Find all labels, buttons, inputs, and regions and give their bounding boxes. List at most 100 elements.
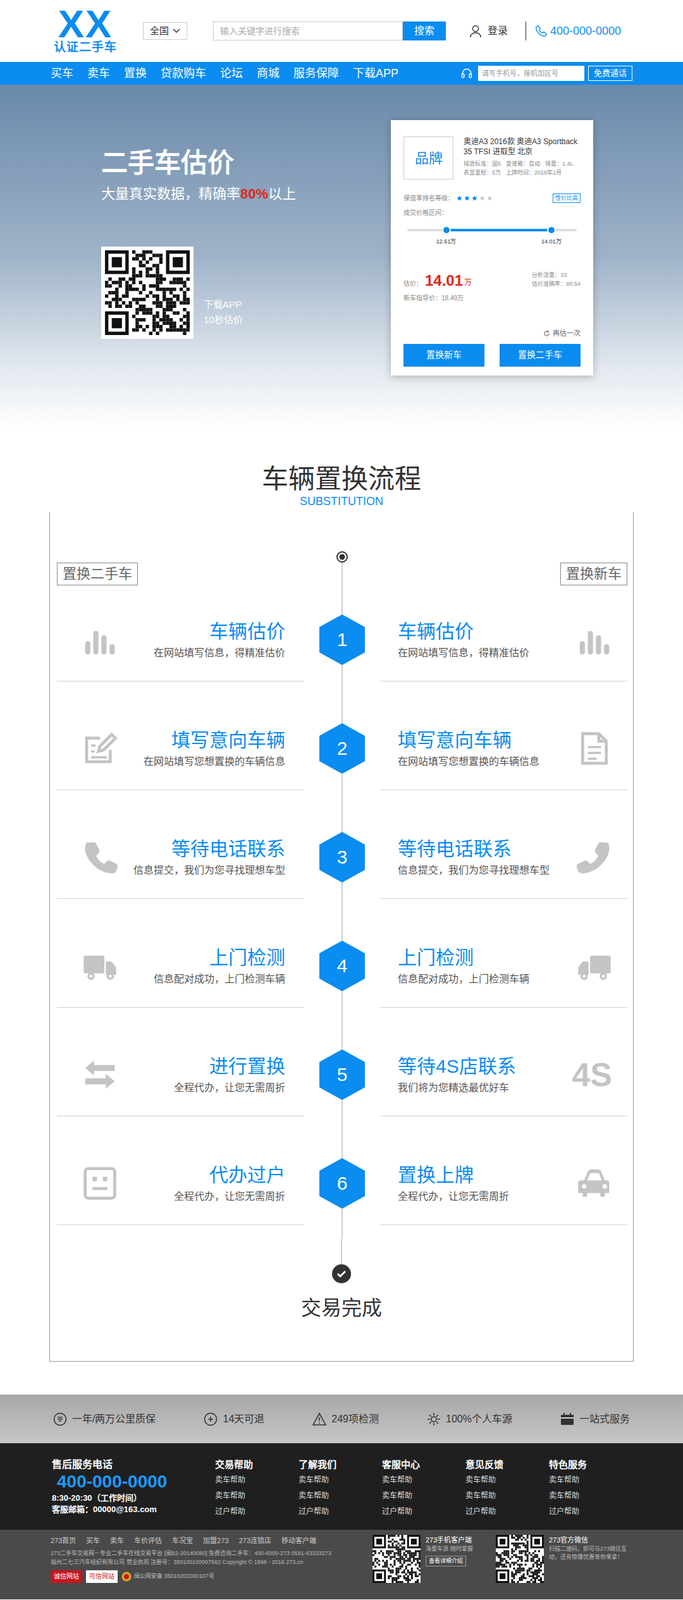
bottom-link[interactable]: 273连锁店: [239, 1535, 272, 1547]
app-title: 273手机客户端: [425, 1535, 496, 1546]
footer-column: 交易帮助卖车帮助卖车帮助过户帮助: [215, 1458, 299, 1521]
hero-subtitle-text: 大量真实数据，精确率: [101, 185, 241, 202]
step-left-text: 上门检测信息配对成功，上门检测车辆: [153, 946, 286, 987]
page: XX认证二手车全国搜索登录400-000-0000买车卖车置换贷款购车论坛商城服…: [0, 0, 683, 1600]
replace-button[interactable]: 置换二手车: [499, 344, 581, 367]
footer-link[interactable]: 过户帮助: [215, 1504, 299, 1521]
price-stats: 分析流量：33估价准确率：80.54: [531, 270, 581, 289]
nav-item[interactable]: 服务保障: [293, 61, 339, 85]
search-button[interactable]: 搜索: [402, 21, 446, 41]
footer-link[interactable]: 卖车帮助: [465, 1488, 549, 1505]
process-box: 置换二手车置换新车车辆估价在网站填写信息，得精准估价1车辆估价在网站填写信息，得…: [49, 512, 634, 1363]
qr-code-icon: [495, 1535, 544, 1584]
app-download-text: 下载APP10秒估价: [203, 297, 243, 339]
footer-link[interactable]: 卖车帮助: [548, 1472, 633, 1489]
step-title: 车辆估价: [209, 619, 286, 644]
bottom-link[interactable]: 车况宝: [172, 1535, 193, 1547]
footer-link[interactable]: 卖车帮助: [298, 1472, 382, 1489]
app-download-line: 下载APP: [203, 297, 243, 313]
bottom-lines: 273二手车交易网－专业二手车在线交易平台 [闽B2-20140080] 免费咨…: [50, 1549, 367, 1568]
footer-column: 意见反馈卖车帮助卖车帮助过户帮助: [465, 1458, 549, 1521]
step-number: 6: [337, 1174, 348, 1194]
step-right-text: 置换上牌全程代办，让您无需周折: [397, 1163, 510, 1205]
step-center: 4: [304, 911, 381, 1021]
bottom-link[interactable]: 273首页: [50, 1535, 76, 1547]
timeline-header-right: 置换新车: [380, 512, 628, 586]
trust-badge[interactable]: 可信网站: [86, 1570, 118, 1584]
step-right: 上门检测信息配对成功，上门检测车辆: [380, 911, 628, 1009]
logo[interactable]: XX认证二手车: [50, 7, 121, 55]
app-qr-code[interactable]: [101, 246, 194, 339]
bottom-link[interactable]: 卖车: [110, 1535, 124, 1547]
footer-link[interactable]: 卖车帮助: [381, 1472, 466, 1489]
price-stat: 估价准确率：80.54: [531, 279, 581, 289]
timeline-line: [341, 911, 343, 942]
footer-link[interactable]: 过户帮助: [548, 1504, 633, 1521]
hero-subtitle-text: 以上: [268, 185, 296, 202]
range-high-label: 14.01万: [541, 237, 562, 247]
footer-link[interactable]: 过户帮助: [298, 1504, 382, 1521]
step-title: 车辆估价: [397, 619, 474, 644]
valuation-card: 品牌奥迪A3 2016款 奥迪A3 Sportback 35 TFSI 进取型 …: [390, 120, 594, 376]
police-record[interactable]: 闽公网安备 35010202000107号: [121, 1572, 215, 1583]
retry-link[interactable]: 再估一次: [403, 328, 581, 339]
nav-item[interactable]: 卖车: [87, 61, 111, 85]
footer-column: 了解我们卖车帮助卖车帮助过户帮助: [298, 1458, 382, 1521]
login-link[interactable]: 登录: [468, 23, 508, 39]
search-input[interactable]: [213, 21, 403, 41]
replace-button[interactable]: 置换新车: [403, 344, 485, 367]
qr-code-icon: [104, 250, 190, 336]
step-center: 2: [304, 694, 381, 804]
bar-chart-icon: [82, 622, 118, 658]
car-spec: 变速箱：自动: [505, 159, 541, 169]
nav-item[interactable]: 商城: [256, 61, 280, 85]
nav-item[interactable]: 买车: [50, 61, 74, 85]
region-select[interactable]: 全国: [142, 22, 188, 40]
star-icon: [486, 195, 493, 202]
bottom-link[interactable]: 车价评估: [134, 1535, 162, 1547]
nav-item[interactable]: 贷款购车: [160, 61, 207, 85]
trust-badge[interactable]: 诚信网站: [50, 1570, 83, 1584]
process-step: 进行置换全程代办，让您无需周折5等待4S店联系我们将为您精选最优好车4S: [56, 1020, 627, 1130]
price-unit: 万: [464, 276, 472, 289]
app-qr[interactable]: [495, 1535, 544, 1584]
bottom-link[interactable]: 加盟273: [203, 1535, 229, 1547]
app-detail-button[interactable]: 查看详细介绍: [425, 1556, 467, 1568]
nav-menu: 买车卖车置换贷款购车论坛商城服务保障下载APP: [50, 61, 399, 85]
footer-link[interactable]: 卖车帮助: [548, 1488, 633, 1505]
hero-title: 二手车估价: [101, 147, 296, 179]
step-right-text: 填写意向车辆在网站填写您想置换的车辆信息: [397, 728, 540, 770]
footer-link[interactable]: 过户帮助: [465, 1504, 549, 1521]
call-input[interactable]: [478, 65, 585, 81]
step-icon-text: 4S: [571, 1058, 613, 1092]
step-desc: 全程代办，让您无需周折: [173, 1081, 286, 1096]
rating-row: 保值率排名等级：性价比高: [403, 193, 581, 204]
footer-link[interactable]: 卖车帮助: [215, 1472, 299, 1489]
range-handle-high[interactable]: [547, 225, 556, 235]
footer-link[interactable]: 卖车帮助: [381, 1488, 466, 1505]
step-left: 进行置换全程代办，让您无需周折: [56, 1020, 305, 1117]
footer-link[interactable]: 卖车帮助: [215, 1488, 299, 1505]
step-left: 填写意向车辆在网站填写您想置换的车辆信息: [56, 694, 305, 791]
footer-link[interactable]: 卖车帮助: [298, 1488, 382, 1505]
nav-item[interactable]: 置换: [123, 61, 147, 85]
footer-link[interactable]: 卖车帮助: [465, 1472, 549, 1489]
step-right-text: 等待电话联系信息提交，我们为您寻找理想车型: [397, 837, 550, 878]
app-qr[interactable]: [372, 1535, 421, 1584]
timeline-line: [341, 803, 343, 833]
timeline-line: [341, 991, 343, 1021]
footer-column-title: 了解我们: [298, 1458, 382, 1472]
bottom-link[interactable]: 移动客户端: [281, 1535, 317, 1547]
footer-link[interactable]: 过户帮助: [381, 1504, 466, 1521]
nav-item[interactable]: 下载APP: [352, 61, 399, 85]
bottom-line: 273二手车交易网－专业二手车在线交易平台 [闽B2-20140080] 免费咨…: [50, 1549, 367, 1559]
range-handle-low[interactable]: [442, 225, 451, 235]
nav-item[interactable]: 论坛: [220, 61, 243, 85]
timeline-header-left: 置换二手车: [56, 512, 305, 586]
check-circle-icon: [332, 1264, 351, 1284]
qr-code-icon: [372, 1535, 421, 1584]
bottom-link[interactable]: 买车: [86, 1535, 100, 1547]
step-title: 代办过户: [209, 1163, 286, 1188]
call-button[interactable]: 免费通话: [588, 65, 633, 81]
price-label: 估价：: [403, 278, 423, 289]
